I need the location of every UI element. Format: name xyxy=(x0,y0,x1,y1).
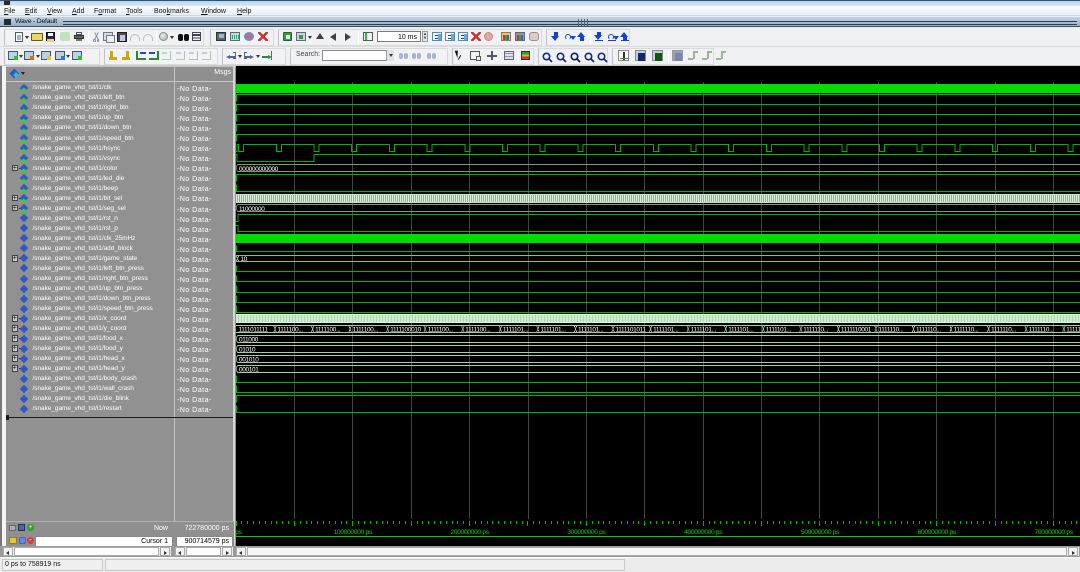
svg-text:1111101...: 1111101... xyxy=(728,326,754,333)
svg-text:1111101011: 1111101011 xyxy=(616,326,647,333)
svg-text:700000000 ps: 700000000 ps xyxy=(1034,529,1073,536)
svg-text:1111101...: 1111101... xyxy=(578,326,604,333)
svg-text:1111100...: 1111100... xyxy=(353,326,379,333)
svg-text:0 ps: 0 ps xyxy=(236,529,243,536)
svg-text:011000: 011000 xyxy=(239,336,259,343)
svg-text:1111100...: 1111100... xyxy=(428,326,454,333)
svg-text:10: 10 xyxy=(241,256,248,263)
svg-text:1111101...: 1111101... xyxy=(503,326,529,333)
svg-text:001010: 001010 xyxy=(239,356,259,363)
svg-text:200000000 ps: 200000000 ps xyxy=(450,529,489,536)
svg-text:1111100...: 1111100... xyxy=(465,326,491,333)
svg-text:1111110...: 1111110... xyxy=(916,326,941,333)
svg-text:1111101...: 1111101... xyxy=(540,326,566,333)
svg-text:1111110...: 1111110... xyxy=(991,326,1016,333)
svg-text:1111110...: 1111110... xyxy=(1029,326,1054,333)
svg-text:000000000000: 000000000000 xyxy=(239,166,279,173)
svg-text:400000000 ps: 400000000 ps xyxy=(684,529,723,536)
svg-text:1111110...: 1111110... xyxy=(803,326,828,333)
svg-text:1111011111: 1111011111 xyxy=(239,326,269,333)
svg-text:600000000 ps: 600000000 ps xyxy=(918,529,957,536)
svg-text:11000000: 11000000 xyxy=(239,206,265,213)
svg-text:01010: 01010 xyxy=(239,346,256,353)
svg-text:1111110...: 1111110... xyxy=(1066,326,1080,333)
svg-text:000101: 000101 xyxy=(239,366,259,373)
svg-text:1111110...: 1111110... xyxy=(954,326,979,333)
svg-text:500000000 ps: 500000000 ps xyxy=(801,529,840,536)
svg-text:1111100...: 1111100... xyxy=(278,326,304,333)
svg-text:1111110001: 1111110001 xyxy=(841,326,872,333)
svg-text:1111110...: 1111110... xyxy=(879,326,904,333)
svg-text:1111100...: 1111100... xyxy=(315,326,341,333)
svg-text:1111100010: 1111100010 xyxy=(390,326,421,333)
svg-text:1111101...: 1111101... xyxy=(653,326,679,333)
svg-text:100000000 ps: 100000000 ps xyxy=(334,529,373,536)
svg-text:1111101...: 1111101... xyxy=(691,326,717,333)
svg-text:300000000 ps: 300000000 ps xyxy=(567,529,606,536)
svg-text:1111101...: 1111101... xyxy=(766,326,792,333)
